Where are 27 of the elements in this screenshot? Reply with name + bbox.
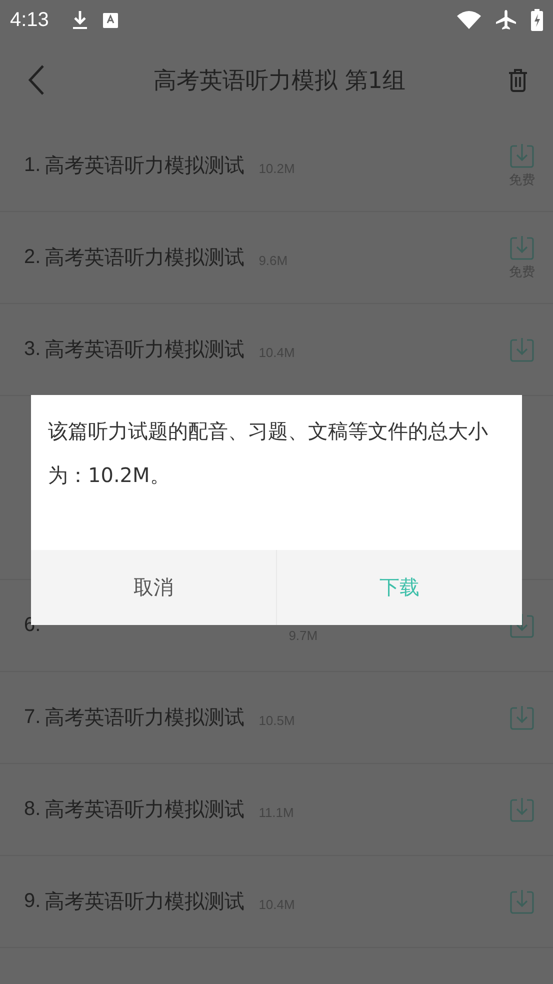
delete-button[interactable] (507, 68, 529, 92)
wifi-icon (457, 11, 481, 29)
keyboard-icon (102, 12, 118, 28)
item-title[interactable]: 高考英语听力模拟测试 (44, 704, 245, 731)
item-number: 1. (24, 154, 41, 177)
dialog-message: 该篇听力试题的配音、习题、文稿等文件的总大小为：10.2M。 (47, 418, 489, 489)
item-number: 3. (24, 338, 41, 361)
airplane-icon (495, 9, 517, 31)
download-icon (509, 234, 535, 260)
item-title[interactable]: 高考英语听力模拟测试 (44, 336, 245, 363)
status-time: 4:13 (10, 8, 49, 32)
download-icon (509, 888, 535, 914)
item-title[interactable]: 高考英语听力模拟测试 (44, 796, 245, 823)
item-number: 9. (24, 890, 41, 913)
item-number: 2. (24, 246, 41, 269)
item-title[interactable]: 高考英语听力模拟测试 (44, 244, 245, 271)
download-icon (70, 10, 89, 30)
item-title[interactable]: 高考英语听力模拟测试 (44, 888, 245, 915)
battery-icon (531, 9, 543, 31)
page-title: 高考英语听力模拟 第1组 (152, 66, 406, 96)
item-number: 7. (24, 706, 41, 729)
download-icon (509, 796, 535, 822)
download-icon (509, 704, 535, 730)
download-icon (509, 142, 535, 168)
item-number: 8. (24, 798, 41, 821)
download-icon (509, 336, 535, 362)
item-title[interactable]: 高考英语听力模拟测试 (44, 152, 245, 179)
